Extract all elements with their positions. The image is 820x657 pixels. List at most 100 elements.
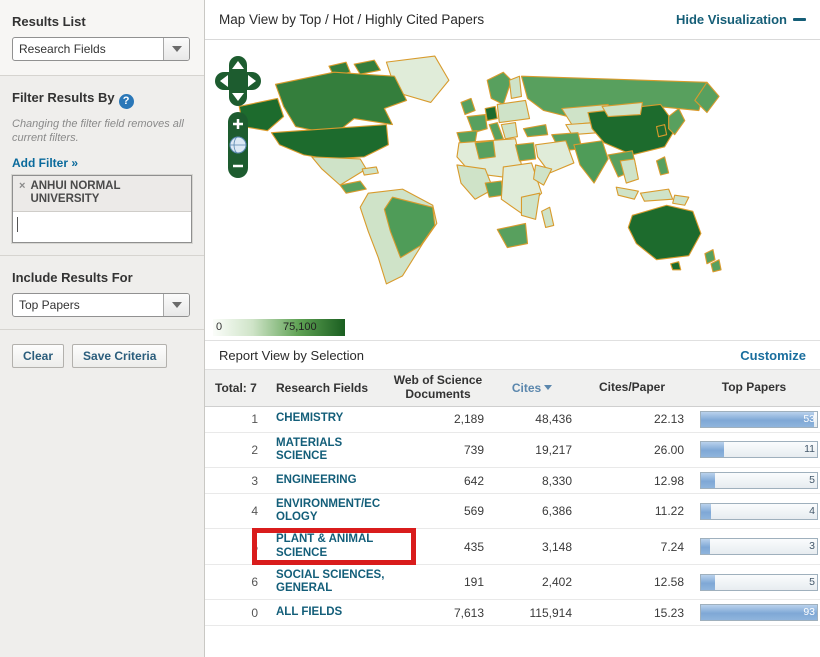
cites-per-paper-cell: 12.98 bbox=[653, 473, 684, 488]
bar-fill bbox=[701, 539, 711, 555]
column-header-cites-per-paper: Cites/Paper bbox=[598, 379, 666, 394]
hide-visualization-link[interactable]: Hide Visualization bbox=[676, 12, 806, 27]
table-row: 4 ENVIRONMENT/ECOLOGY 569 6,386 11.22 4 bbox=[205, 494, 820, 530]
filter-input[interactable] bbox=[13, 212, 191, 243]
documents-cell: 2,189 bbox=[453, 412, 484, 427]
table-header-row: Total: 7 Research Fields Web of Science … bbox=[205, 370, 820, 407]
top-papers-value: 5 bbox=[809, 474, 815, 487]
include-results-dropdown[interactable]: Top Papers bbox=[12, 293, 190, 318]
filter-box[interactable]: × ANHUI NORMAL UNIVERSITY bbox=[12, 174, 192, 244]
filter-section: Filter Results By? Changing the filter f… bbox=[0, 76, 204, 255]
table-row: 6 SOCIAL SCIENCES, GENERAL 191 2,402 12.… bbox=[205, 565, 820, 601]
filter-tag: × ANHUI NORMAL UNIVERSITY bbox=[13, 175, 191, 213]
add-filter-link[interactable]: Add Filter » bbox=[12, 156, 78, 170]
zoom-control bbox=[228, 112, 248, 178]
documents-cell: 435 bbox=[463, 539, 484, 554]
cites-cell: 2,402 bbox=[541, 575, 572, 590]
top-papers-value: 11 bbox=[804, 443, 815, 456]
total-count-label: Total: 7 bbox=[215, 380, 257, 395]
map-area: 0 75,100 bbox=[205, 40, 820, 340]
documents-cell: 191 bbox=[463, 575, 484, 590]
world-map[interactable] bbox=[233, 46, 818, 298]
rank-cell: 6 bbox=[251, 575, 258, 590]
sort-arrow-icon bbox=[544, 384, 553, 390]
save-criteria-button[interactable]: Save Criteria bbox=[72, 344, 168, 369]
close-icon[interactable]: × bbox=[19, 180, 25, 208]
include-results-heading: Include Results For bbox=[12, 270, 133, 286]
documents-cell: 642 bbox=[463, 473, 484, 488]
column-header-cites-sort[interactable]: Cites bbox=[488, 377, 576, 399]
clear-button[interactable]: Clear bbox=[12, 344, 65, 369]
legend-min-label: 0 bbox=[216, 321, 223, 333]
research-field-link[interactable]: ENGINEERING bbox=[260, 474, 388, 487]
report-table: Total: 7 Research Fields Web of Science … bbox=[205, 370, 820, 627]
map-controls[interactable] bbox=[213, 54, 269, 214]
research-field-link[interactable]: ALL FIELDS bbox=[260, 606, 388, 619]
pan-control bbox=[215, 56, 261, 106]
top-papers-bar: 53 bbox=[700, 410, 818, 428]
research-field-link[interactable]: ENVIRONMENT/ECOLOGY bbox=[260, 498, 388, 524]
chevron-down-icon[interactable] bbox=[163, 294, 189, 317]
map-view-title: Map View by Top / Hot / Highly Cited Pap… bbox=[219, 12, 485, 27]
table-row: 0 ALL FIELDS 7,613 115,914 15.23 93 bbox=[205, 600, 820, 627]
cites-per-paper-cell: 22.13 bbox=[653, 412, 684, 427]
research-field-link[interactable]: PLANT & ANIMAL SCIENCE bbox=[252, 528, 416, 565]
results-list-dropdown[interactable]: Research Fields bbox=[12, 37, 190, 61]
results-list-heading: Results List bbox=[12, 14, 86, 29]
filter-heading-label: Filter Results By bbox=[12, 90, 115, 105]
rank-cell: 1 bbox=[251, 412, 258, 427]
top-papers-cell: 3 bbox=[688, 538, 820, 556]
top-papers-value: 4 bbox=[809, 504, 815, 517]
top-papers-cell: 5 bbox=[688, 472, 820, 490]
cites-per-paper-cell: 15.23 bbox=[653, 605, 684, 620]
cites-cell: 3,148 bbox=[541, 539, 572, 554]
help-icon[interactable]: ? bbox=[118, 94, 134, 109]
bar-fill bbox=[701, 503, 712, 519]
cites-per-paper-cell: 26.00 bbox=[653, 442, 684, 457]
research-field-link[interactable]: SOCIAL SCIENCES, GENERAL bbox=[260, 569, 388, 595]
rank-cell: 3 bbox=[251, 473, 258, 488]
top-papers-bar: 5 bbox=[700, 573, 818, 591]
map-legend: 0 75,100 bbox=[213, 319, 345, 336]
top-papers-value: 3 bbox=[809, 540, 815, 553]
top-papers-bar: 93 bbox=[700, 604, 818, 622]
sidebar: Results List Research Fields Filter Resu… bbox=[0, 0, 205, 657]
research-field-link[interactable]: MATERIALS SCIENCE bbox=[260, 437, 388, 463]
minus-icon bbox=[793, 18, 806, 21]
sidebar-buttons: Clear Save Criteria bbox=[0, 330, 204, 380]
rank-cell: 4 bbox=[251, 504, 258, 519]
bar-fill bbox=[701, 473, 715, 489]
table-row: 2 MATERIALS SCIENCE 739 19,217 26.00 11 bbox=[205, 433, 820, 469]
cites-cell: 48,436 bbox=[535, 412, 572, 427]
cites-cell: 8,330 bbox=[541, 473, 572, 488]
table-row: 5 PLANT & ANIMAL SCIENCE 435 3,148 7.24 … bbox=[205, 528, 820, 565]
top-papers-cell: 53 bbox=[688, 410, 820, 428]
hide-visualization-label: Hide Visualization bbox=[675, 12, 787, 27]
chevron-down-icon[interactable] bbox=[163, 38, 189, 60]
include-results-section: Include Results For Top Papers bbox=[0, 256, 204, 329]
research-field-link[interactable]: CHEMISTRY bbox=[260, 412, 388, 425]
column-header-wos-documents: Web of Science Documents bbox=[393, 373, 483, 401]
bar-fill bbox=[701, 605, 817, 621]
documents-cell: 569 bbox=[463, 504, 484, 519]
bar-fill bbox=[701, 442, 725, 458]
table-row: 1 CHEMISTRY 2,189 48,436 22.13 53 bbox=[205, 407, 820, 433]
table-row: 3 ENGINEERING 642 8,330 12.98 5 bbox=[205, 468, 820, 495]
app-window: Results List Research Fields Filter Resu… bbox=[0, 0, 820, 657]
cites-cell: 19,217 bbox=[535, 442, 572, 457]
top-papers-bar: 11 bbox=[700, 441, 818, 459]
main-panel: Map View by Top / Hot / Highly Cited Pap… bbox=[205, 0, 820, 657]
rank-cell: 5 bbox=[251, 539, 258, 554]
cites-cell: 115,914 bbox=[529, 605, 573, 620]
customize-link[interactable]: Customize bbox=[740, 348, 806, 363]
cites-per-paper-cell: 12.58 bbox=[653, 575, 684, 590]
top-papers-bar: 5 bbox=[700, 472, 818, 490]
map-header: Map View by Top / Hot / Highly Cited Pap… bbox=[205, 0, 820, 40]
column-header-top-papers: Top Papers bbox=[721, 379, 787, 394]
rank-cell: 2 bbox=[251, 442, 258, 457]
top-papers-bar: 4 bbox=[700, 502, 818, 520]
rank-cell: 0 bbox=[251, 605, 258, 620]
cites-per-paper-cell: 11.22 bbox=[654, 504, 684, 519]
top-papers-cell: 93 bbox=[688, 604, 820, 622]
filter-tag-label: ANHUI NORMAL UNIVERSITY bbox=[30, 179, 121, 206]
